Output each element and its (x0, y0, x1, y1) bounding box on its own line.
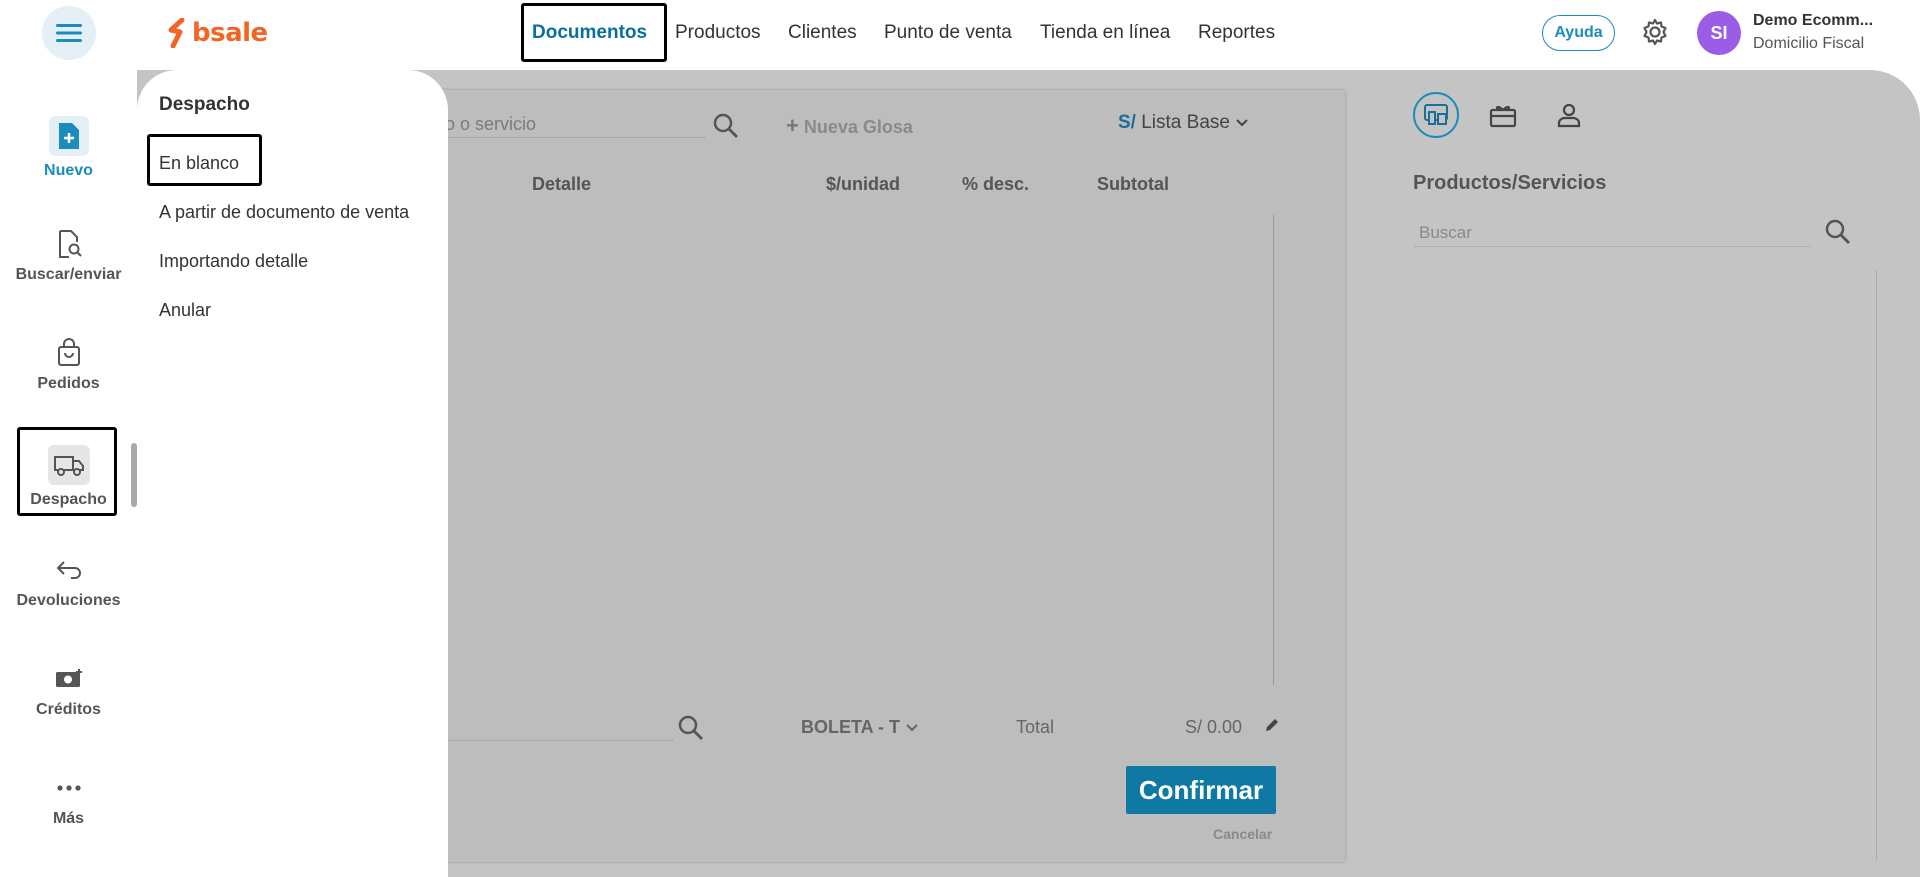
sidebar-item-label: Buscar/enviar (15, 266, 122, 283)
user-icon[interactable] (1555, 101, 1583, 129)
menu-item-anular[interactable]: Anular (159, 300, 211, 321)
column-header-detalle: Detalle (532, 174, 592, 194)
right-panel-divider (1876, 270, 1877, 860)
shopping-bag-icon (53, 337, 85, 369)
new-glosa-button[interactable]: + Nueva Glosa (786, 113, 913, 139)
settings-button[interactable] (1640, 17, 1670, 47)
chevron-down-icon (906, 724, 918, 732)
edit-pencil-icon[interactable] (1263, 716, 1281, 734)
column-header-unit-price: $/unidad (826, 174, 901, 194)
sidebar-item-label: Pedidos (37, 375, 100, 392)
sidebar-item-label: Nuevo (44, 162, 93, 179)
sidebar-item-buscar-enviar[interactable]: Buscar/enviar (0, 228, 137, 284)
chevron-down-icon (1236, 119, 1248, 127)
sidebar-item-label: Devoluciones (16, 592, 121, 609)
price-list-select[interactable]: S/ Lista Base (1118, 112, 1249, 134)
user-name[interactable]: Demo Ecomm... (1753, 12, 1873, 30)
column-header-subtotal: Subtotal (1097, 174, 1169, 194)
file-search-icon (53, 228, 85, 260)
table-scrollbar-line (1273, 215, 1274, 685)
search-icon[interactable] (1824, 218, 1852, 246)
search-underline (445, 137, 705, 138)
menu-toggle-button[interactable] (42, 6, 96, 60)
gift-icon[interactable] (1488, 100, 1518, 130)
client-search-underline (445, 740, 673, 741)
help-button[interactable]: Ayuda (1542, 15, 1615, 51)
product-panel-search-input[interactable]: Buscar (1419, 223, 1472, 243)
top-bar: bsale Documentos Productos Clientes Punt… (0, 0, 1920, 70)
gear-icon (1643, 18, 1667, 46)
menu-item-import-detail[interactable]: Importando detalle (159, 251, 308, 272)
file-plus-icon (48, 116, 89, 156)
user-avatar[interactable]: SI (1697, 11, 1741, 55)
sidebar-item-despacho[interactable]: Despacho (0, 445, 137, 509)
column-header-discount: % desc. (962, 174, 1030, 194)
despacho-dropdown-panel (137, 70, 448, 877)
nav-reportes[interactable]: Reportes (1198, 22, 1275, 44)
search-icon[interactable] (712, 112, 740, 140)
sidebar-item-pedidos[interactable]: Pedidos (0, 337, 137, 393)
sidebar-item-mas[interactable]: Más (0, 772, 137, 828)
right-search-underline (1415, 246, 1810, 247)
sidebar-item-nuevo[interactable]: Nuevo (0, 116, 137, 180)
nav-documentos[interactable]: Documentos (532, 22, 647, 44)
product-search-input[interactable]: o o servicio (445, 114, 536, 135)
nav-productos[interactable]: Productos (675, 22, 761, 44)
nav-tienda-en-linea[interactable]: Tienda en línea (1040, 22, 1170, 44)
dropdown-title: Despacho (159, 94, 250, 115)
menu-item-en-blanco[interactable]: En blanco (159, 153, 239, 174)
return-arrow-icon (53, 554, 85, 586)
client-search-icon[interactable] (677, 714, 705, 742)
logo-text: bsale (192, 18, 268, 48)
more-dots-icon (53, 772, 85, 804)
menu-item-from-sales-document[interactable]: A partir de documento de venta (159, 202, 409, 223)
tab-products[interactable] (1413, 92, 1459, 138)
sidebar: Nuevo Buscar/enviar Pedidos Despacho Dev… (0, 70, 137, 877)
right-panel-title: Productos/Servicios (1413, 172, 1607, 194)
nav-punto-de-venta[interactable]: Punto de venta (884, 22, 1012, 44)
nav-clientes[interactable]: Clientes (788, 22, 857, 44)
total-value: S/ 0.00 (1185, 717, 1243, 737)
plus-icon: + (786, 113, 799, 138)
truck-icon (47, 445, 90, 485)
sidebar-item-label: Despacho (30, 491, 107, 508)
hamburger-icon (56, 24, 82, 42)
sidebar-item-label: Más (52, 810, 85, 827)
total-label: Total (1016, 717, 1055, 737)
new-glosa-label: Nueva Glosa (803, 117, 913, 137)
bsale-logo-icon (168, 18, 185, 48)
money-icon (53, 663, 85, 695)
confirm-button[interactable]: Confirmar (1126, 766, 1276, 814)
doc-type-select[interactable]: BOLETA - T (801, 717, 919, 738)
currency-symbol: S/ (1118, 112, 1136, 133)
doc-type-value: BOLETA - T (801, 717, 900, 737)
user-subtitle: Domicilio Fiscal (1753, 35, 1865, 52)
document-card (415, 90, 1345, 862)
price-list-value: Lista Base (1141, 112, 1230, 133)
sidebar-item-label: Créditos (36, 701, 101, 718)
cancel-link[interactable]: Cancelar (1213, 826, 1272, 842)
bsale-logo[interactable]: bsale (168, 18, 268, 48)
devices-icon (1424, 104, 1448, 125)
sidebar-item-creditos[interactable]: Créditos (0, 663, 137, 719)
sidebar-item-devoluciones[interactable]: Devoluciones (0, 554, 137, 610)
